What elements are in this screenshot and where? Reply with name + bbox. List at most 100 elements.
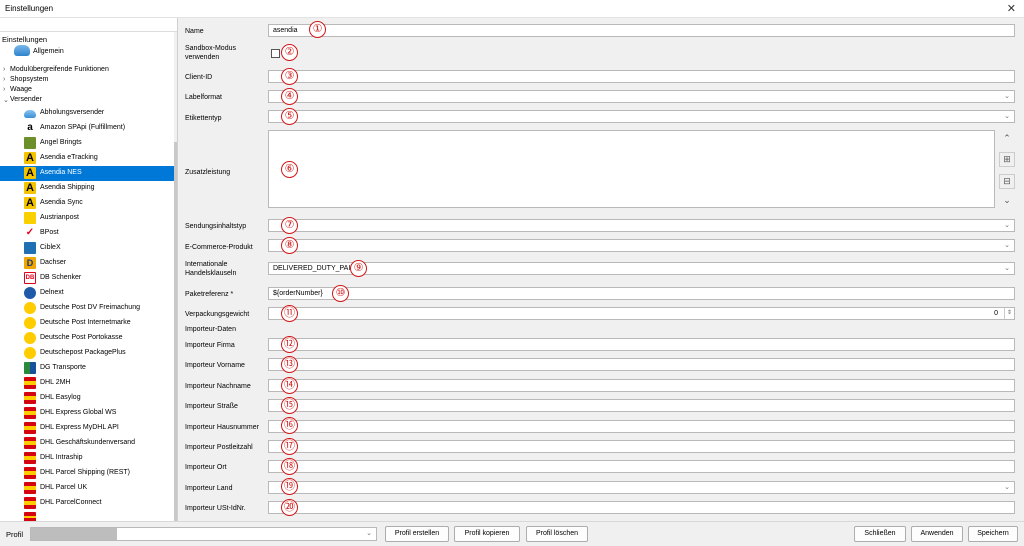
importeur-ort-label: Importeur Ort bbox=[185, 464, 227, 471]
tree-item-austrianpost[interactable]: Austrianpost bbox=[0, 211, 174, 226]
marker-15: ⑮ bbox=[281, 397, 298, 414]
tree-item-ciblex[interactable]: CibleX bbox=[0, 241, 174, 256]
verpackungsgewicht-label: Verpackungsgewicht bbox=[185, 311, 250, 318]
tree-item-dhl-parcel-uk[interactable]: DHL Parcel UK bbox=[0, 481, 174, 496]
tree-item-dhl-geschaeftskundenversand[interactable]: DHL Geschäftskundenversand bbox=[0, 436, 174, 451]
verpackungsgewicht-stepper[interactable]: 0 ⇕ bbox=[268, 307, 1015, 320]
remove-icon[interactable]: ⊟ bbox=[999, 174, 1015, 189]
zusatzleistung-label: Zusatzleistung bbox=[185, 169, 231, 176]
collapse-arrow-icon[interactable]: ⌄ bbox=[3, 96, 9, 104]
angel-bringts-icon bbox=[24, 137, 36, 149]
importeur-nachname-input[interactable] bbox=[268, 379, 1015, 392]
tree-item-asendia-etracking[interactable]: A Asendia eTracking bbox=[0, 151, 174, 166]
tree-item-dhl-express-global-ws[interactable]: DHL Express Global WS bbox=[0, 406, 174, 421]
dhl-icon bbox=[24, 422, 36, 434]
profil-label: Profil bbox=[6, 530, 24, 539]
stepper-arrows-icon[interactable]: ⇕ bbox=[1004, 308, 1014, 319]
dhl-icon bbox=[24, 437, 36, 449]
speichern-button[interactable]: Speichern bbox=[968, 526, 1018, 542]
sandbox-checkbox[interactable] bbox=[271, 49, 280, 58]
tree-item-dhl-2mh[interactable]: DHL 2MH bbox=[0, 376, 174, 391]
dhl-icon bbox=[24, 512, 36, 521]
profil-select-value bbox=[31, 528, 117, 540]
tree-item-dhl-easylog[interactable]: DHL Easylog bbox=[0, 391, 174, 406]
schliessen-button[interactable]: Schließen bbox=[854, 526, 906, 542]
window-title: Einstellungen bbox=[5, 4, 54, 13]
marker-10: ⑩ bbox=[332, 285, 349, 302]
client-id-input[interactable] bbox=[268, 70, 1015, 83]
tree-item-dhl-intraship[interactable]: DHL Intraship bbox=[0, 451, 174, 466]
importeur-ort-input[interactable] bbox=[268, 460, 1015, 473]
tree-item-asendia-sync[interactable]: A Asendia Sync bbox=[0, 196, 174, 211]
tree-item-dachser[interactable]: D Dachser bbox=[0, 256, 174, 271]
tree-scrollbar-thumb[interactable] bbox=[174, 142, 177, 521]
paketreferenz-input[interactable]: ${orderNumber} bbox=[268, 287, 1015, 300]
chevron-down-icon: ⌄ bbox=[1004, 113, 1010, 120]
paketreferenz-label: Paketreferenz * bbox=[185, 291, 234, 298]
tree-item-bpost[interactable]: ✓ BPost bbox=[0, 226, 174, 241]
profil-loeschen-button[interactable]: Profil löschen bbox=[526, 526, 588, 542]
importeur-land-select[interactable]: ⌄ bbox=[268, 481, 1015, 494]
importeur-vorname-input[interactable] bbox=[268, 358, 1015, 371]
labelformat-select[interactable]: ⌄ bbox=[268, 90, 1015, 103]
scroll-up-icon[interactable]: ⌃ bbox=[999, 132, 1015, 147]
expand-arrow-icon[interactable]: › bbox=[3, 66, 5, 73]
importeur-vorname-label: Importeur Vorname bbox=[185, 362, 245, 369]
bpost-icon: ✓ bbox=[24, 227, 36, 239]
importeur-firma-input[interactable] bbox=[268, 338, 1015, 351]
importeur-strasse-input[interactable] bbox=[268, 399, 1015, 412]
tree-item-db-schenker[interactable]: DB DB Schenker bbox=[0, 271, 174, 286]
importeur-hausnummer-input[interactable] bbox=[268, 420, 1015, 433]
incoterms-select[interactable]: DELIVERED_DUTY_PAID ⌄ bbox=[268, 262, 1015, 275]
tree-item-dg-transporte[interactable]: DG Transporte bbox=[0, 361, 174, 376]
tree-item-asendia-nes[interactable]: A Asendia NES bbox=[0, 166, 174, 181]
tree-scrollbar[interactable] bbox=[174, 32, 177, 521]
expand-arrow-icon[interactable]: › bbox=[3, 86, 5, 93]
tree-item-asendia-shipping[interactable]: A Asendia Shipping bbox=[0, 181, 174, 196]
importeur-ust-input[interactable] bbox=[268, 501, 1015, 514]
tree-item-amazon[interactable]: a Amazon SPApi (Fulfillment) bbox=[0, 121, 174, 136]
tree-item-dhl-express-mydhl-api[interactable]: DHL Express MyDHL API bbox=[0, 421, 174, 436]
tree-item-dhl-parcelconnect[interactable]: DHL ParcelConnect bbox=[0, 496, 174, 511]
settings-form: Name asendia ① Sandbox-Modus verwenden ② … bbox=[179, 18, 1024, 521]
close-icon[interactable]: ✕ bbox=[1007, 2, 1016, 15]
tree-item-delnext[interactable]: Delnext bbox=[0, 286, 174, 301]
tree-item-allgemein[interactable]: Allgemein bbox=[0, 45, 174, 60]
tree-item-abholungsversender[interactable]: Abholungsversender bbox=[0, 106, 174, 121]
ecommerce-select[interactable]: ⌄ bbox=[268, 239, 1015, 252]
marker-7: ⑦ bbox=[281, 217, 298, 234]
etikettentyp-label: Etikettentyp bbox=[185, 115, 222, 122]
marker-16: ⑯ bbox=[281, 417, 298, 434]
importeur-plz-label: Importeur Postleitzahl bbox=[185, 444, 253, 451]
name-input[interactable]: asendia bbox=[268, 24, 1015, 37]
marker-2: ② bbox=[281, 44, 298, 61]
db-schenker-icon: DB bbox=[24, 272, 36, 284]
importeur-ust-label: Importeur USt-IdNr. bbox=[185, 505, 246, 512]
client-id-label: Client-ID bbox=[185, 74, 213, 81]
tree-search-bar[interactable] bbox=[0, 18, 177, 32]
profil-select[interactable]: ⌄ bbox=[30, 527, 377, 541]
expand-arrow-icon[interactable]: › bbox=[3, 76, 5, 83]
tree-item-dp-internetmarke[interactable]: Deutsche Post Internetmarke bbox=[0, 316, 174, 331]
title-bar: Einstellungen ✕ bbox=[0, 0, 1024, 18]
anwenden-button[interactable]: Anwenden bbox=[911, 526, 963, 542]
zusatzleistung-list[interactable] bbox=[268, 130, 995, 208]
scroll-down-icon[interactable]: ⌄ bbox=[999, 194, 1015, 209]
profil-kopieren-button[interactable]: Profil kopieren bbox=[454, 526, 520, 542]
tree-item-dhl-parcel-shipping-rest[interactable]: DHL Parcel Shipping (REST) bbox=[0, 466, 174, 481]
tree-item-angel-bringts[interactable]: Angel Bringts bbox=[0, 136, 174, 151]
tree-item-dp-packageplus[interactable]: Deutschepost PackagePlus bbox=[0, 346, 174, 361]
dg-transporte-icon bbox=[24, 362, 36, 374]
profil-erstellen-button[interactable]: Profil erstellen bbox=[385, 526, 449, 542]
zusatzleistung-buttons: ⌃ ⊞ ⊟ ⌄ bbox=[999, 130, 1015, 210]
chevron-down-icon: ⌄ bbox=[1004, 93, 1010, 100]
marker-4: ④ bbox=[281, 88, 298, 105]
tree-item-dp-dv-freimachung[interactable]: Deutsche Post DV Freimachung bbox=[0, 301, 174, 316]
etikettentyp-select[interactable]: ⌄ bbox=[268, 110, 1015, 123]
importeur-plz-input[interactable] bbox=[268, 440, 1015, 453]
add-icon[interactable]: ⊞ bbox=[999, 152, 1015, 167]
name-label: Name bbox=[185, 28, 204, 35]
sendungsinhaltstyp-select[interactable]: ⌄ bbox=[268, 219, 1015, 232]
tree-item-dp-portokasse[interactable]: Deutsche Post Portokasse bbox=[0, 331, 174, 346]
amazon-icon: a bbox=[24, 122, 36, 134]
